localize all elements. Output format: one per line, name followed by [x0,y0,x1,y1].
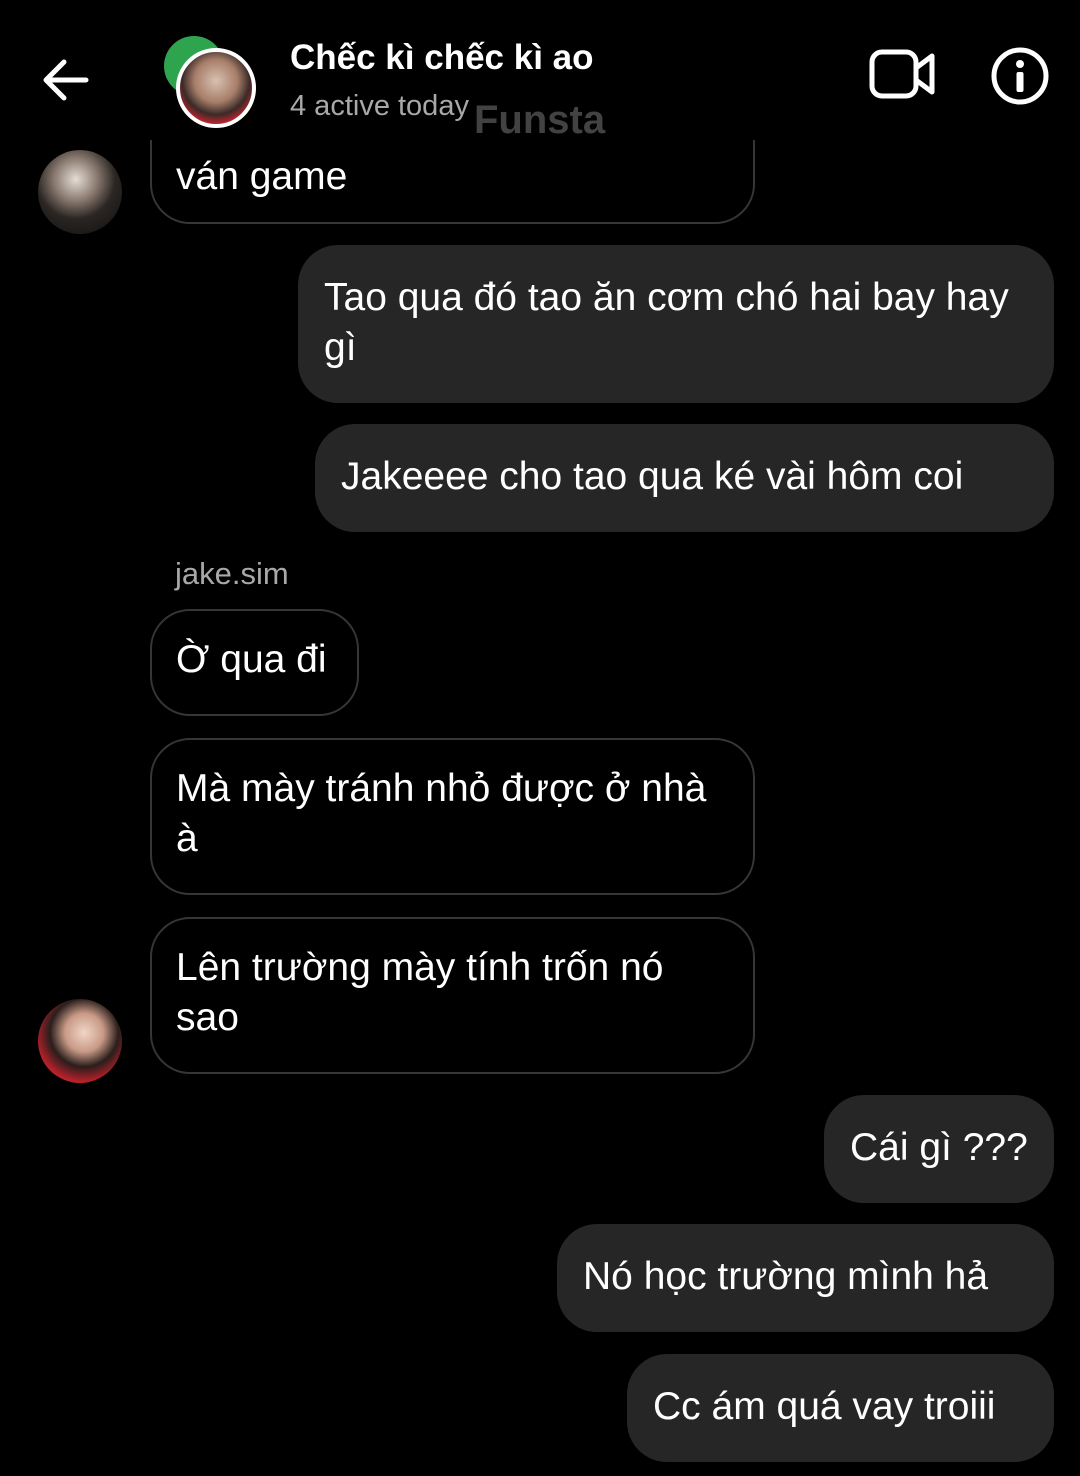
active-status: 4 active today [290,90,469,122]
back-button[interactable] [38,52,94,108]
message-text: Cc ám quá vay troiii [653,1385,996,1428]
message-text: Nó học trường mình hả [583,1255,989,1298]
message-bubble-outgoing[interactable]: Jakeeee cho tao qua ké vài hôm coi [315,424,1054,532]
watermark: Funsta [474,98,606,142]
sender-avatar[interactable] [38,150,122,234]
message-bubble-outgoing[interactable]: Cái gì ??? [824,1095,1054,1203]
info-button[interactable] [990,46,1050,106]
chat-header: Chếc kì chếc kì ao 4 active today Funsta [0,0,1080,142]
info-icon [991,47,1049,105]
message-bubble-incoming[interactable]: Ờ qua đi [150,609,359,716]
group-avatar-front [176,48,256,128]
message-text: Tao qua đó tao ăn cơm chó hai bay hay gì [324,276,1009,369]
video-call-button[interactable] [868,46,936,102]
group-avatar[interactable] [162,36,256,128]
message-bubble-incoming[interactable]: Mà mày tránh nhỏ được ở nhà à [150,738,755,895]
message-text: ván game [176,155,348,198]
sender-name: jake.sim [175,556,289,591]
message-text: Lên trường mày tính trốn nó sao [176,946,664,1039]
message-bubble-outgoing[interactable]: Cc ám quá vay troiii [627,1354,1054,1462]
message-text: Ờ qua đi [176,638,327,681]
message-text: Cái gì ??? [850,1126,1028,1169]
arrow-left-icon [43,59,89,101]
chat-title[interactable]: Chếc kì chếc kì ao [290,38,593,78]
sender-avatar[interactable] [38,999,122,1083]
message-text: Jakeeee cho tao qua ké vài hôm coi [341,455,964,498]
message-text: Mà mày tránh nhỏ được ở nhà à [176,767,707,860]
message-bubble-outgoing[interactable]: Tao qua đó tao ăn cơm chó hai bay hay gì [298,245,1054,403]
video-camera-icon [869,49,935,99]
message-bubble-outgoing[interactable]: Nó học trường mình hả [557,1224,1054,1332]
message-bubble-incoming[interactable]: Lên trường mày tính trốn nó sao [150,917,755,1074]
